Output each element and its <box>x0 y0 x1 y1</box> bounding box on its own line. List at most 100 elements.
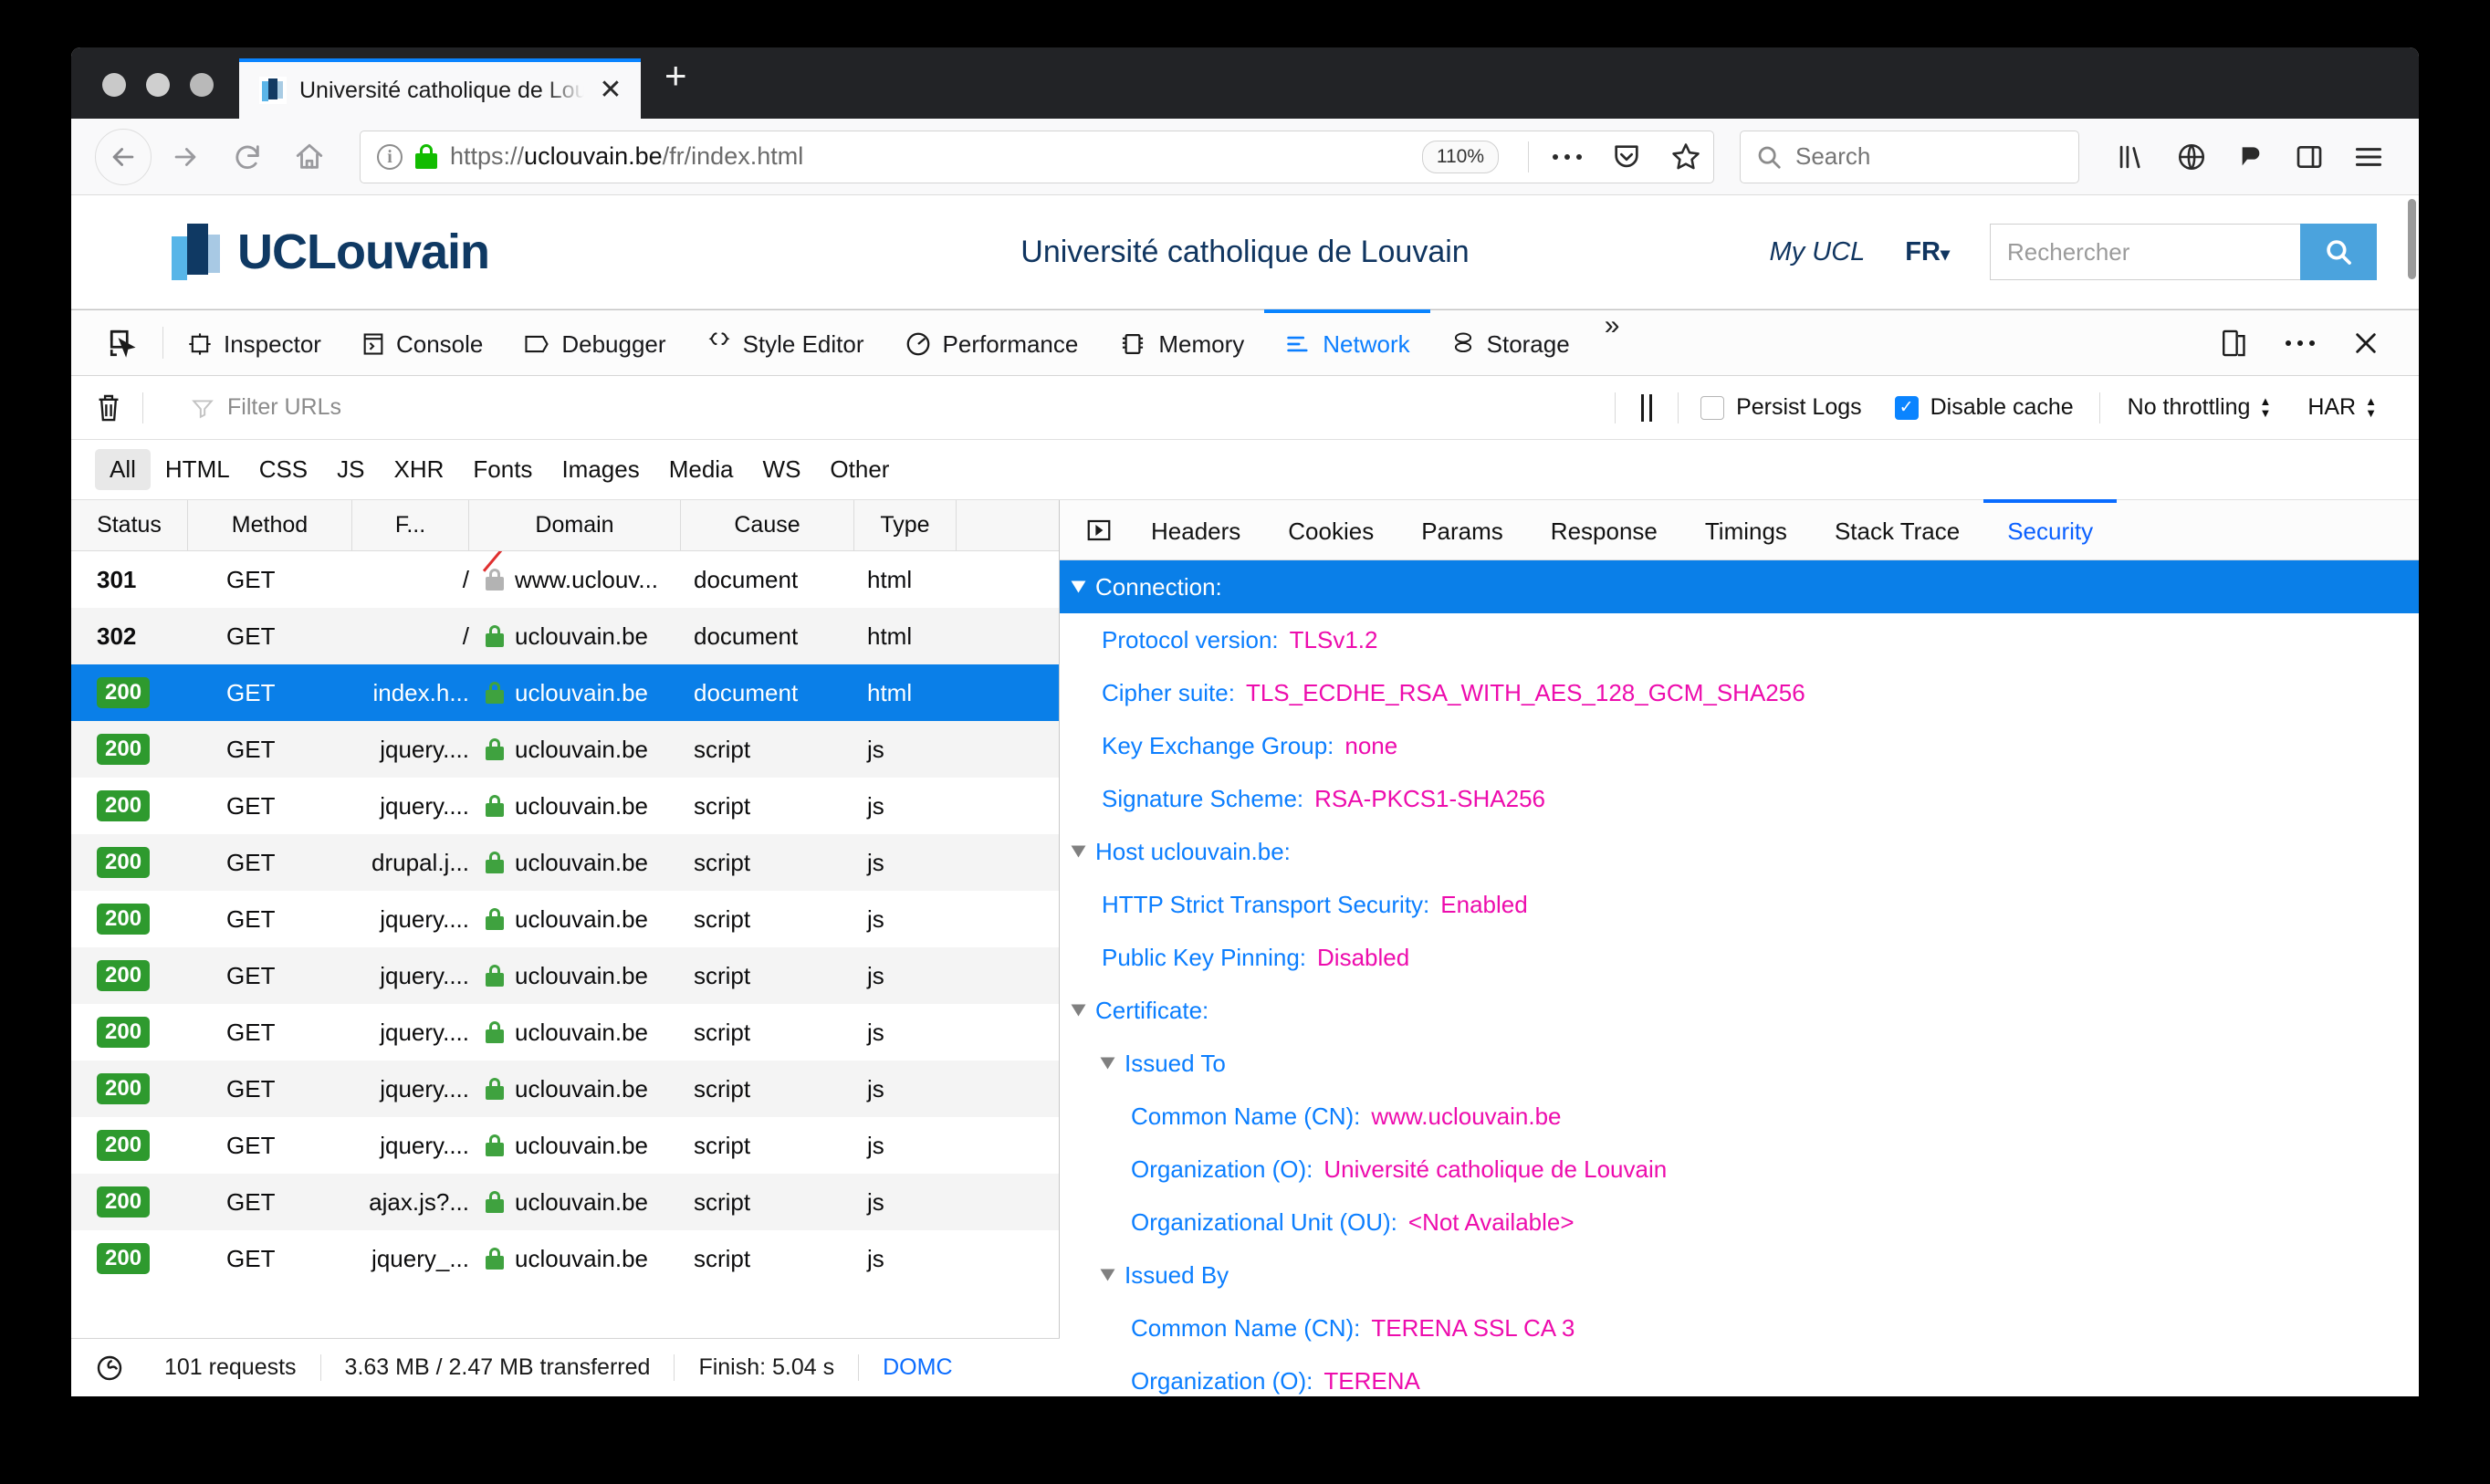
security-row[interactable]: Connection: <box>1060 560 2419 613</box>
tab-console[interactable]: Console <box>341 309 503 375</box>
browser-search-bar[interactable]: Search <box>1740 130 2079 183</box>
tab-network[interactable]: Network <box>1264 309 1430 375</box>
language-selector[interactable]: FR▾ <box>1905 237 1950 267</box>
detail-tab-headers[interactable]: Headers <box>1127 499 1264 559</box>
detail-tab-timings[interactable]: Timings <box>1681 499 1811 559</box>
checkbox-icon <box>1700 395 1725 420</box>
detail-tab-params[interactable]: Params <box>1397 499 1527 559</box>
uclouvain-logo[interactable]: UCLouvain <box>172 224 490 280</box>
expand-triangle-icon[interactable] <box>1100 1057 1115 1070</box>
tab-style-editor[interactable]: Style Editor <box>686 309 884 375</box>
expand-triangle-icon[interactable] <box>1100 1269 1115 1281</box>
security-row[interactable]: Certificate: <box>1060 984 2419 1037</box>
column-header-cause[interactable]: Cause <box>681 500 854 550</box>
detail-tab-response[interactable]: Response <box>1527 499 1681 559</box>
table-row[interactable]: 200 GET jquery.... uclouvain.be script js <box>71 778 1059 834</box>
type-filter-all[interactable]: All <box>95 449 151 490</box>
cell-type: html <box>867 565 913 593</box>
table-row[interactable]: 200 GET ajax.js?... uclouvain.be script js <box>71 1174 1059 1230</box>
detail-tab-security[interactable]: Security <box>1983 499 2118 559</box>
table-row[interactable]: 200 GET jquery.... uclouvain.be script js <box>71 947 1059 1004</box>
account-icon[interactable] <box>2163 141 2220 172</box>
zoom-level-badge[interactable]: 110% <box>1421 140 1499 173</box>
performance-analysis-icon[interactable] <box>71 1353 141 1383</box>
type-filter-media[interactable]: Media <box>654 449 748 490</box>
table-row[interactable]: 200 GET jquery.... uclouvain.be script js <box>71 1004 1059 1061</box>
more-tabs-icon[interactable]: » <box>1590 310 1635 375</box>
column-header-type[interactable]: Type <box>854 500 957 550</box>
table-row[interactable]: 200 GET jquery_... uclouvain.be script js <box>71 1230 1059 1287</box>
column-header-status[interactable]: Status <box>71 500 188 550</box>
type-filter-xhr[interactable]: XHR <box>380 449 459 490</box>
har-select[interactable]: HAR ▲ ▼ <box>2289 394 2395 421</box>
site-search-input[interactable] <box>1990 224 2300 280</box>
site-search-button[interactable] <box>2300 224 2377 280</box>
lock-icon[interactable] <box>415 144 437 169</box>
type-filter-images[interactable]: Images <box>547 449 654 490</box>
home-icon[interactable] <box>281 129 338 185</box>
clear-requests-icon[interactable] <box>95 392 122 423</box>
persist-logs-checkbox[interactable]: Persist Logs <box>1684 394 1878 421</box>
type-filter-css[interactable]: CSS <box>245 449 322 490</box>
tab-memory[interactable]: Memory <box>1098 309 1264 375</box>
filter-urls-input[interactable]: Filter URLs <box>163 394 341 421</box>
detail-tab-cookies[interactable]: Cookies <box>1264 499 1397 559</box>
minimize-window-button[interactable] <box>146 73 170 97</box>
security-row[interactable]: Issued By <box>1060 1249 2419 1301</box>
table-row[interactable]: 200 GET jquery.... uclouvain.be script js <box>71 1061 1059 1117</box>
maximize-window-button[interactable] <box>190 73 214 97</box>
pause-recording-icon[interactable] <box>1621 393 1672 422</box>
pocket-icon[interactable] <box>1611 141 1642 172</box>
column-header-method[interactable]: Method <box>188 500 352 550</box>
disable-cache-checkbox[interactable]: ✓ Disable cache <box>1878 394 2090 421</box>
column-header-file[interactable]: F... <box>352 500 469 550</box>
element-picker-icon[interactable] <box>82 310 159 375</box>
hamburger-menu-icon[interactable] <box>2340 144 2397 170</box>
new-tab-button[interactable]: + <box>641 57 711 119</box>
table-row[interactable]: 200 GET jquery.... uclouvain.be script js <box>71 721 1059 778</box>
synced-tabs-icon[interactable] <box>2223 142 2278 172</box>
type-filter-html[interactable]: HTML <box>151 449 245 490</box>
close-devtools-icon[interactable] <box>2337 329 2395 358</box>
close-tab-icon[interactable]: ✕ <box>597 77 624 104</box>
expand-triangle-icon[interactable] <box>1071 580 1086 593</box>
address-bar[interactable]: i https://uclouvain.be/fr/index.html 110… <box>360 130 1714 183</box>
tab-debugger[interactable]: Debugger <box>503 309 685 375</box>
back-arrow-icon[interactable] <box>95 128 152 185</box>
expand-triangle-icon[interactable] <box>1071 1004 1086 1017</box>
table-row[interactable]: 200 GET jquery.... uclouvain.be script js <box>71 891 1059 947</box>
detail-tab-stack-trace[interactable]: Stack Trace <box>1811 499 1983 559</box>
table-row[interactable]: 200 GET jquery.... uclouvain.be script js <box>71 1117 1059 1174</box>
table-row[interactable]: 200 GET drupal.j... uclouvain.be script js <box>71 834 1059 891</box>
type-filter-other[interactable]: Other <box>815 449 904 490</box>
security-row[interactable]: Issued To <box>1060 1037 2419 1090</box>
devtools-menu-icon[interactable] <box>2269 338 2331 349</box>
table-row[interactable]: 200 GET index.h... uclouvain.be document html <box>71 664 1059 721</box>
column-header-domain[interactable]: Domain <box>469 500 681 550</box>
tab-inspector[interactable]: Inspector <box>167 309 341 375</box>
my-ucl-link[interactable]: My UCL <box>1770 237 1866 267</box>
close-window-button[interactable] <box>102 73 126 97</box>
type-filter-fonts[interactable]: Fonts <box>458 449 547 490</box>
reload-icon[interactable] <box>219 129 276 185</box>
responsive-design-mode-icon[interactable] <box>2205 328 2264 359</box>
toggle-details-pane-icon[interactable] <box>1069 500 1127 559</box>
browser-tab[interactable]: Université catholique de Louvain ✕ <box>239 58 641 119</box>
site-info-icon[interactable]: i <box>377 143 403 170</box>
page-actions-icon[interactable] <box>1551 152 1584 162</box>
bookmark-star-icon[interactable] <box>1669 141 1702 173</box>
tab-performance[interactable]: Performance <box>884 309 1099 375</box>
library-icon[interactable] <box>2103 143 2160 171</box>
table-row[interactable]: 302 GET / uclouvain.be document html <box>71 608 1059 664</box>
search-icon <box>1758 146 1781 169</box>
type-filter-js[interactable]: JS <box>322 449 379 490</box>
expand-triangle-icon[interactable] <box>1071 845 1086 858</box>
throttling-select[interactable]: No throttling ▲ ▼ <box>2109 394 2290 421</box>
sidebar-icon[interactable] <box>2282 143 2337 171</box>
page-scrollbar[interactable] <box>2406 195 2419 308</box>
tab-storage[interactable]: Storage <box>1430 309 1590 375</box>
table-row[interactable]: 301 GET / www.uclouv... document html <box>71 551 1059 608</box>
security-row[interactable]: Host uclouvain.be: <box>1060 825 2419 878</box>
forward-arrow-icon[interactable] <box>157 129 214 185</box>
type-filter-ws[interactable]: WS <box>748 449 816 490</box>
